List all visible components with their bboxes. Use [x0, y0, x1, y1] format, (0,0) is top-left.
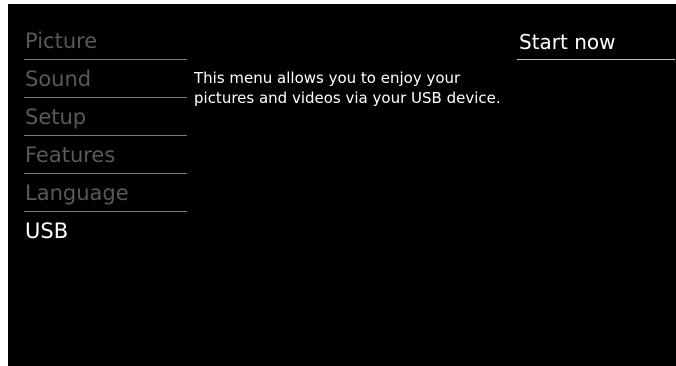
menu-item-setup[interactable]: Setup — [24, 98, 187, 136]
menu-item-usb[interactable]: USB — [24, 212, 187, 250]
menu-item-picture[interactable]: Picture — [24, 22, 187, 60]
tv-menu-screen: Picture Sound Setup Features Language US… — [8, 4, 676, 366]
start-now-option[interactable]: Start now — [517, 26, 675, 60]
menu-item-sound[interactable]: Sound — [24, 60, 187, 98]
main-menu: Picture Sound Setup Features Language US… — [24, 22, 187, 250]
menu-item-language[interactable]: Language — [24, 174, 187, 212]
menu-item-features[interactable]: Features — [24, 136, 187, 174]
usb-action-list: Start now — [517, 26, 675, 60]
menu-description: This menu allows you to enjoy your pictu… — [194, 69, 501, 107]
